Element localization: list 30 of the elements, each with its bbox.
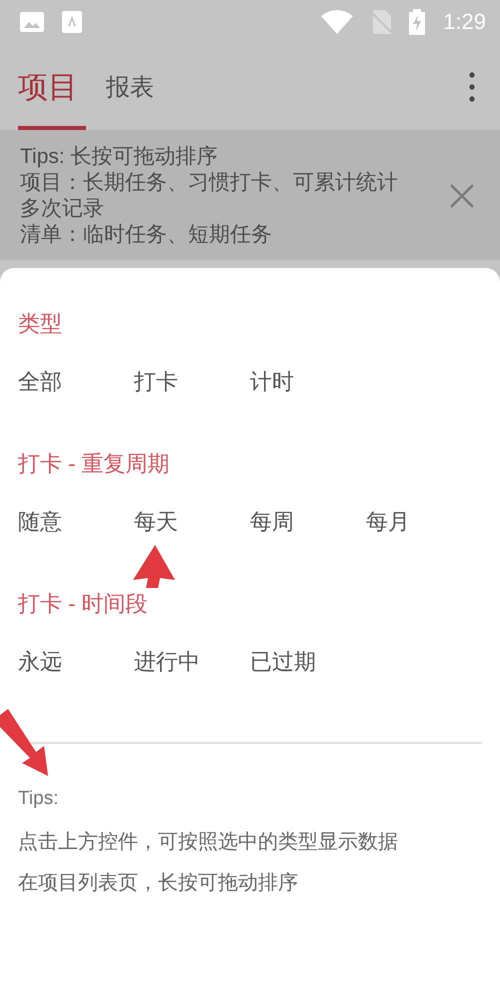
section-heading: 打卡 - 重复周期 xyxy=(18,450,170,478)
app-notification-icon xyxy=(62,11,82,33)
filter-option[interactable]: 计时 xyxy=(250,364,366,400)
filter-option[interactable]: 打卡 xyxy=(134,364,250,400)
close-icon xyxy=(450,184,474,208)
filter-option[interactable]: 每天 xyxy=(134,504,250,540)
banner-text: 清单：临时任务、短期任务 xyxy=(20,222,273,248)
image-icon xyxy=(20,12,44,32)
annotation-arrow xyxy=(133,545,175,588)
battery-charging-icon xyxy=(409,9,426,35)
filter-option[interactable]: 永远 xyxy=(18,644,134,680)
annotation-arrow xyxy=(0,709,48,776)
filter-option[interactable]: 每月 xyxy=(366,504,482,540)
more-icon xyxy=(469,72,475,102)
tips-text: 点击上方控件，可按照选中的类型显示数据 xyxy=(18,830,398,855)
filter-option[interactable]: 已过期 xyxy=(250,644,366,680)
status-time: 1:29 xyxy=(443,9,486,35)
tips-text: 在项目列表页，长按可拖动排序 xyxy=(18,871,298,896)
tab[interactable]: 报表 xyxy=(106,44,162,130)
filter-option[interactable]: 随意 xyxy=(18,504,134,540)
tips-title: Tips: xyxy=(18,787,58,811)
filter-option[interactable]: 全部 xyxy=(18,364,134,400)
filter-option[interactable]: 每周 xyxy=(250,504,366,540)
wifi-icon xyxy=(321,10,354,34)
no-sim-icon xyxy=(371,10,392,34)
section-heading: 类型 xyxy=(18,310,62,338)
filter-option[interactable]: 进行中 xyxy=(134,644,250,680)
banner-text: Tips: 长按可拖动排序 xyxy=(20,144,219,170)
section-heading: 打卡 - 时间段 xyxy=(18,590,148,618)
banner-text: 项目：长期任务、习惯打卡、可累计统计多次记录 xyxy=(20,170,399,222)
